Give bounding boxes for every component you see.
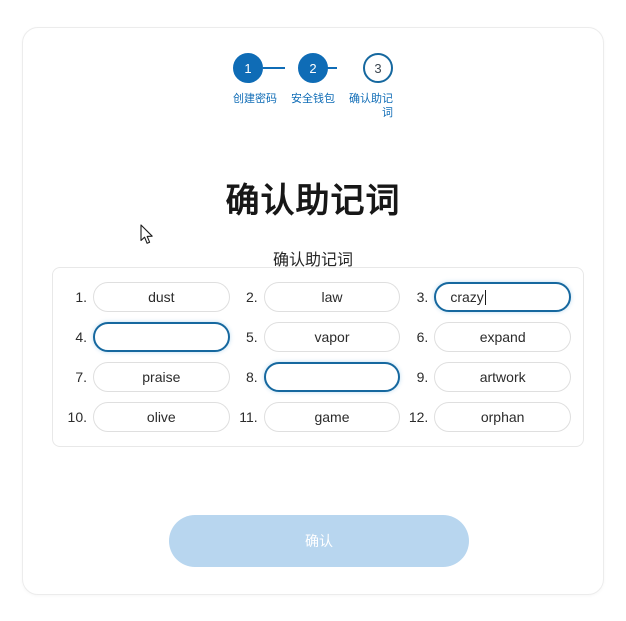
mnemonic-cell: 8.	[236, 362, 401, 392]
mnemonic-word-value: artwork	[479, 369, 526, 385]
mnemonic-word-input-1[interactable]: dust	[93, 282, 230, 312]
mnemonic-index-label: 2.	[245, 289, 258, 305]
mnemonic-cell: 6. expand	[406, 322, 571, 352]
mnemonic-word-input-10[interactable]: olive	[93, 402, 230, 432]
mnemonic-cell: 5. vapor	[236, 322, 401, 352]
mnemonic-index-label: 1.	[75, 289, 87, 305]
confirm-button[interactable]: 确认	[169, 515, 469, 567]
mnemonic-word-value: olive	[146, 409, 176, 425]
stepper-labels: 创建密码 安全钱包 确认助记词	[233, 92, 393, 120]
page-title: 确认助记词	[225, 182, 401, 220]
mnemonic-cell: 9. artwork	[406, 362, 571, 392]
mnemonic-word-value: praise	[142, 369, 181, 385]
mnemonic-word-value: expand	[479, 329, 526, 345]
mnemonic-index-label: 11.	[239, 409, 258, 425]
text-caret	[484, 289, 486, 305]
stepper-circles: 1 2 3	[233, 52, 393, 84]
step-label-2: 安全钱包	[290, 93, 335, 105]
mnemonic-word-input-4[interactable]	[93, 322, 230, 352]
mnemonic-index-label: 5.	[245, 329, 258, 345]
mnemonic-word-input-12[interactable]: orphan	[434, 402, 571, 432]
mnemonic-word-value: vapor	[314, 329, 350, 345]
step-number-2: 2	[309, 60, 317, 76]
mnemonic-cell: 10. olive	[65, 402, 230, 432]
mnemonic-index-label: 8.	[245, 369, 258, 385]
mnemonic-word-value: crazy	[450, 289, 484, 305]
mnemonic-cell: 11. game	[236, 402, 401, 432]
mnemonic-word-value: law	[321, 289, 343, 305]
mnemonic-grid: 1. dust 2. law 3. crazy 4. 5. vapor 6. expand 7. pra…	[65, 282, 571, 432]
onboarding-card: 1 2 3 创建密码 安全钱包 确认助记词 确认助记词 确认助记词 1. dus…	[22, 27, 604, 595]
stepper-connector-1-2	[263, 67, 285, 69]
step-circle-2[interactable]: 2	[298, 53, 328, 83]
mnemonic-index-label: 12.	[408, 409, 429, 425]
mnemonic-index-label: 7.	[75, 369, 87, 385]
mnemonic-index-label: 3.	[416, 289, 429, 305]
mnemonic-grid-container: 1. dust 2. law 3. crazy 4. 5. vapor 6. expand 7. pra…	[52, 267, 584, 447]
mnemonic-word-input-7[interactable]: praise	[93, 362, 230, 392]
step-label-1: 创建密码	[233, 93, 277, 105]
mnemonic-index-label: 6.	[416, 329, 429, 345]
mnemonic-word-input-3[interactable]: crazy	[434, 282, 571, 312]
mnemonic-cell: 7. praise	[65, 362, 230, 392]
mnemonic-cell: 2. law	[236, 282, 401, 312]
progress-stepper: 1 2 3 创建密码 安全钱包 确认助记词	[23, 52, 603, 120]
step-circle-3[interactable]: 3	[363, 53, 393, 83]
mnemonic-index-label: 4.	[75, 329, 87, 345]
mnemonic-cell: 12. orphan	[406, 402, 571, 432]
mnemonic-word-input-11[interactable]: game	[263, 402, 401, 432]
mnemonic-index-label: 10.	[67, 409, 87, 425]
mnemonic-index-label: 9.	[416, 369, 429, 385]
mnemonic-cell: 3. crazy	[406, 282, 571, 312]
step-number-1: 1	[244, 60, 252, 76]
mnemonic-word-input-6[interactable]: expand	[434, 322, 571, 352]
mnemonic-word-value: dust	[148, 289, 175, 305]
mnemonic-word-input-5[interactable]: vapor	[263, 322, 401, 352]
app-page: 1 2 3 创建密码 安全钱包 确认助记词 确认助记词 确认助记词 1. dus…	[0, 0, 626, 621]
mnemonic-word-input-8[interactable]	[263, 362, 401, 392]
mnemonic-word-value: game	[314, 409, 350, 425]
mnemonic-cell: 4.	[65, 322, 230, 352]
step-number-3: 3	[374, 60, 382, 76]
step-label-3: 确认助记词	[348, 93, 393, 119]
mnemonic-cell: 1. dust	[65, 282, 230, 312]
mnemonic-word-input-2[interactable]: law	[263, 282, 401, 312]
mnemonic-word-input-9[interactable]: artwork	[434, 362, 571, 392]
mnemonic-word-value: orphan	[480, 409, 525, 425]
step-circle-1[interactable]: 1	[233, 53, 263, 83]
